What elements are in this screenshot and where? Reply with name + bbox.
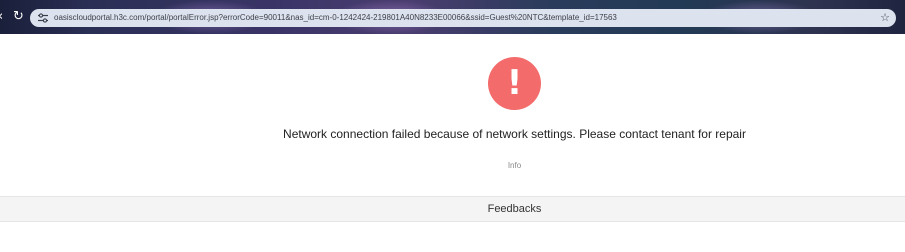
browser-toolbar: ‹ ↻ oasiscloudportal.h3c.com/portal/port… <box>0 0 905 34</box>
reload-icon[interactable]: ↻ <box>13 10 24 24</box>
error-icon-glyph: ! <box>506 63 523 103</box>
feedbacks-button[interactable]: Feedbacks <box>0 197 905 221</box>
feedbacks-bar[interactable]: Feedbacks <box>0 196 905 222</box>
error-message: Network connection failed because of net… <box>283 127 746 141</box>
info-link[interactable]: Info <box>0 161 905 170</box>
back-arrow-icon[interactable]: ‹ <box>0 10 3 24</box>
address-bar[interactable]: oasiscloudportal.h3c.com/portal/portalEr… <box>30 9 896 27</box>
star-icon[interactable]: ☆ <box>880 11 890 24</box>
error-icon: ! <box>488 57 541 110</box>
site-settings-icon[interactable] <box>37 12 49 24</box>
url-text[interactable]: oasiscloudportal.h3c.com/portal/portalEr… <box>54 12 617 24</box>
